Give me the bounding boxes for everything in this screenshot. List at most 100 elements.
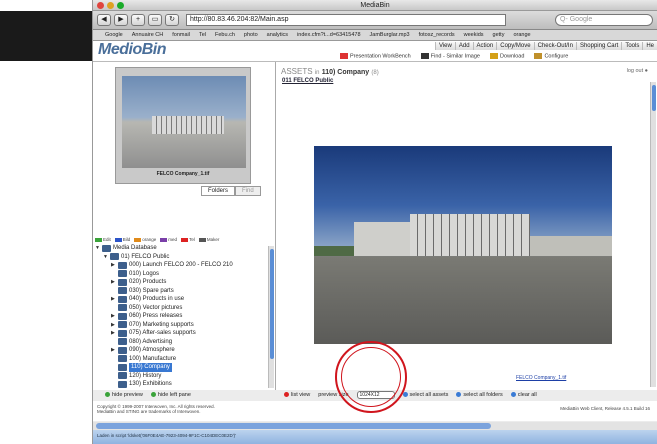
tree-node-label: 060) Press releases — [129, 313, 183, 319]
legend-med: med — [160, 237, 177, 242]
bookmark-item[interactable]: weekids — [464, 30, 484, 40]
legend-edit-label: Edit — [103, 237, 111, 242]
preview-thumbnail[interactable]: FELCO Company_1.tif — [115, 67, 251, 184]
tree-node[interactable]: 050) Vector pictures — [93, 304, 276, 313]
horizontal-scroll-thumb[interactable] — [96, 423, 491, 429]
bookmark-item[interactable]: fotosz_records — [419, 30, 455, 40]
select-all-folders[interactable]: select all folders — [456, 392, 503, 398]
tree-scroll-thumb[interactable] — [270, 249, 274, 359]
add-bookmark-button[interactable]: + — [131, 14, 145, 26]
tree-node[interactable]: ▶ 060) Press releases — [93, 312, 276, 321]
minimize-window-button[interactable] — [107, 2, 114, 9]
bookmark-item[interactable]: Febu.ch — [215, 30, 235, 40]
back-button[interactable]: ◀ — [97, 14, 111, 26]
legend-med-label: med — [168, 237, 178, 242]
menu-item[interactable]: Shopping Cart — [575, 42, 622, 50]
tree-node[interactable]: 100) Manufacture — [93, 355, 276, 364]
bookmark-item[interactable]: Annuaire CH — [132, 30, 164, 40]
tree-node-label: 130) Exhibitions — [129, 381, 172, 387]
bookmark-item[interactable]: orange — [513, 30, 530, 40]
hide-left-pane-toggle[interactable]: hide left pane — [150, 392, 191, 398]
disclosure-closed-icon[interactable]: ▶ — [111, 312, 118, 321]
clear-all-dot-icon — [510, 392, 516, 398]
menu-item[interactable]: Tools — [621, 42, 643, 50]
hide-left-pane-dot-icon — [150, 392, 156, 398]
menu-item[interactable]: Action — [472, 42, 497, 50]
menu-item[interactable]: Check-Out/In — [533, 42, 576, 50]
tree-node[interactable]: ▶ 040) Products in use — [93, 295, 276, 304]
bookmark-item[interactable]: Tel — [199, 30, 206, 40]
disclosure-closed-icon[interactable]: ▶ — [111, 346, 118, 355]
disclosure-open-icon[interactable]: ▼ — [95, 244, 102, 253]
tree-node[interactable]: 110) Company — [93, 363, 276, 372]
hide-preview-toggle[interactable]: hide preview — [105, 392, 143, 398]
tool-configure[interactable]: Configure — [534, 53, 568, 59]
tree-node[interactable]: 030) Spare parts — [93, 287, 276, 296]
tree-node[interactable]: ▶ 070) Marketing supports — [93, 321, 276, 330]
tab-folders[interactable]: Folders — [201, 186, 236, 196]
disclosure-closed-icon[interactable]: ▶ — [111, 278, 118, 287]
tree-node[interactable]: ▶ 000) Launch FELCO 200 - FELCO 210 — [93, 261, 276, 270]
page-menu-button[interactable]: ▭ — [148, 14, 162, 26]
folder-icon — [118, 363, 127, 371]
tree-node[interactable]: 010) Logos — [93, 270, 276, 279]
list-view-toggle[interactable]: list view — [284, 392, 310, 398]
disclosure-closed-icon[interactable]: ▶ — [111, 321, 118, 330]
menu-item[interactable]: He — [642, 42, 657, 50]
tool-download[interactable]: Download — [489, 53, 524, 59]
assets-scrollbar[interactable] — [650, 82, 656, 387]
bookmark-item[interactable]: fonmail — [172, 30, 190, 40]
right-pane: ASSETS in 110) Company (8) log out ● 011… — [276, 62, 657, 399]
folder-icon — [118, 380, 127, 388]
asset-count: (8) — [371, 70, 379, 76]
tree-node[interactable]: 130) Exhibitions — [93, 380, 276, 389]
assets-label: ASSETS — [281, 67, 313, 76]
logout-link[interactable]: log out ● — [627, 68, 648, 74]
folder-icon — [118, 261, 127, 269]
zoom-window-button[interactable] — [117, 2, 124, 9]
logout-icon: ● — [644, 68, 648, 74]
bookmark-item[interactable]: photo — [244, 30, 258, 40]
clear-all[interactable]: clear all — [510, 392, 537, 398]
legend-edit: Edit — [95, 237, 111, 242]
bookmark-item[interactable]: Google — [105, 30, 123, 40]
folder-icon — [118, 338, 127, 346]
asset-preview-image[interactable] — [314, 146, 612, 344]
tree-node[interactable]: ▼ Media Database — [93, 244, 276, 253]
bookmark-item[interactable]: JamBurglar.mp3 — [370, 30, 410, 40]
folder-icon — [118, 295, 127, 303]
disclosure-closed-icon[interactable]: ▶ — [111, 295, 118, 304]
assets-scroll-thumb[interactable] — [652, 85, 656, 111]
red-highlight-circle-inner — [341, 347, 401, 407]
menu-item[interactable]: View — [434, 42, 455, 50]
select-all-assets[interactable]: select all assets — [402, 392, 448, 398]
tree-node[interactable]: 120) History — [93, 372, 276, 381]
bookmark-item[interactable]: analytics — [267, 30, 288, 40]
menu-item[interactable]: Copy/Move — [496, 42, 534, 50]
close-window-button[interactable] — [97, 2, 104, 9]
bookmark-item[interactable]: getty — [493, 30, 505, 40]
horizontal-scrollbar[interactable] — [93, 422, 657, 430]
disclosure-closed-icon[interactable]: ▶ — [111, 329, 118, 338]
tree-node[interactable]: ▶ 020) Products — [93, 278, 276, 287]
bookmark-item[interactable]: index.cfm?t...d=63415478 — [297, 30, 360, 40]
address-bar[interactable]: http://80.83.46.204:82/Main.asp — [186, 14, 506, 26]
reload-button[interactable]: ↻ — [165, 14, 179, 26]
breadcrumb[interactable]: 011 FELCO Public — [282, 78, 333, 84]
tree-scrollbar[interactable] — [268, 246, 274, 388]
image-filename-link[interactable]: FELCO Company_1.tif — [516, 375, 566, 381]
navigation-toolbar: ◀ ▶ + ▭ ↻ http://80.83.46.204:82/Main.as… — [93, 11, 657, 30]
tool-find-similar[interactable]: Find - Similar Image — [420, 53, 480, 59]
tree-node[interactable]: ▼ 01) FELCO Public — [93, 253, 276, 262]
disclosure-open-icon[interactable]: ▼ — [103, 253, 110, 262]
tool-presentation[interactable]: Presentation WorkBench — [340, 53, 411, 59]
forward-button[interactable]: ▶ — [114, 14, 128, 26]
window-title: MediaBin — [360, 2, 390, 9]
disclosure-closed-icon[interactable]: ▶ — [111, 261, 118, 270]
tree-node[interactable]: 080) Advertising — [93, 338, 276, 347]
search-field[interactable]: Q- Google — [555, 14, 653, 26]
menu-item[interactable]: Add — [454, 42, 473, 50]
tree-node[interactable]: ▶ 090) Atmosphere — [93, 346, 276, 355]
tab-find[interactable]: Find — [235, 186, 261, 196]
tree-node[interactable]: ▶ 075) After-sales supports — [93, 329, 276, 338]
